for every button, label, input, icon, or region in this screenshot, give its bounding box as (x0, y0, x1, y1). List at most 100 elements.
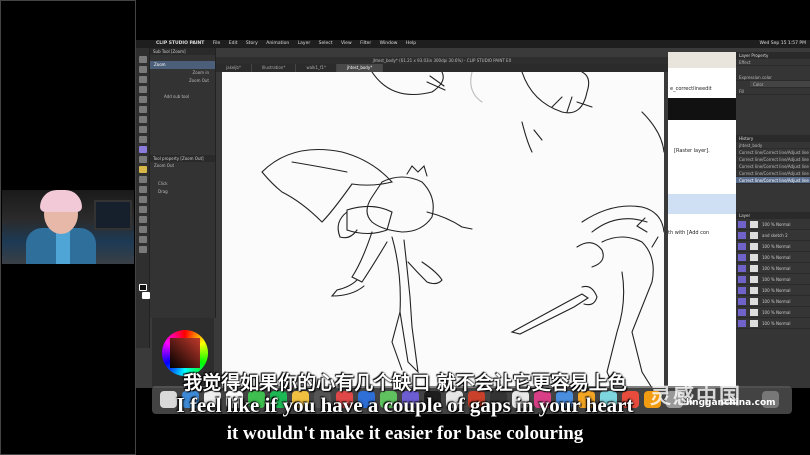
gradient-tool-icon[interactable] (139, 176, 147, 183)
layer-property-spacer (736, 95, 810, 135)
layer-row[interactable]: 100 % Normal (736, 252, 810, 263)
layer-label: 100 % Normal (762, 244, 791, 249)
menu-app[interactable]: CLIP STUDIO PAINT (156, 41, 204, 46)
layer-label: 100 % Normal (762, 310, 791, 315)
expression-color-select[interactable]: Color (750, 81, 810, 88)
layer-row[interactable]: 100 % Normal (736, 296, 810, 307)
tool-property-name: Zoom Out (154, 163, 175, 168)
tab-walk1[interactable]: walk1_f1* (296, 64, 337, 72)
layer-property-effect: Effect (736, 59, 810, 66)
layer-row[interactable]: 100 % Normal (736, 263, 810, 274)
right-panels: Layer Property Effect Expression color C… (736, 52, 810, 388)
blend-tool-icon[interactable] (139, 246, 147, 253)
sub-color-swatch[interactable] (142, 292, 150, 299)
eyedropper-tool-icon[interactable] (139, 96, 147, 103)
layer-panel-header: Layer (736, 212, 810, 219)
correct-line-tool-icon[interactable] (139, 236, 147, 243)
document-tabs: jakeljb* Illustration* walk1_f1* jhtest_bod… (216, 64, 668, 72)
brush-tool-icon[interactable] (139, 126, 147, 133)
history-item[interactable]: Correct line/Correct line/Adjust line wi… (736, 156, 810, 163)
background-monitor (94, 200, 132, 230)
layer-row[interactable]: 100 % Normal (736, 219, 810, 230)
tool-property-drag[interactable]: Drag (150, 188, 215, 196)
layer-row[interactable]: 100 % Normal (736, 285, 810, 296)
layer-row[interactable]: 100 % Normal (736, 274, 810, 285)
reference-line-2: [Raster layer]. (674, 148, 710, 154)
fill-tool-icon[interactable] (139, 166, 147, 173)
balloon-tool-icon[interactable] (139, 226, 147, 233)
color-saturation-square[interactable] (170, 338, 200, 368)
layer-label: 100 % Normal (762, 266, 791, 271)
history-header: History (736, 135, 810, 142)
subtool-panel: Sub Tool [Zoom] Zoom Zoom in Zoom Out Ad… (150, 48, 216, 318)
subtool-header: Sub Tool [Zoom] (150, 48, 215, 55)
layer-label: 100 % Normal (762, 255, 791, 260)
main-color-swatch[interactable] (139, 284, 147, 291)
menu-edit[interactable]: Edit (229, 41, 238, 46)
figure-tool-icon[interactable] (139, 186, 147, 193)
menu-story[interactable]: Story (246, 41, 258, 46)
frame-tool-icon[interactable] (139, 196, 147, 203)
subtool-zoom-in[interactable]: Zoom in (150, 69, 215, 77)
reference-document: e_correctlineedit [Raster layer]. th wit… (668, 52, 736, 388)
reference-line-3: th with [Add con (668, 230, 710, 236)
ruler-tool-icon[interactable] (139, 206, 147, 213)
layer-label: 100 % Normal (762, 288, 791, 293)
history-item-current[interactable]: Correct line/Correct line/Adjust line wi… (736, 177, 810, 184)
menu-view[interactable]: View (341, 41, 352, 46)
history-file: jhtest_body (736, 142, 810, 149)
history-item[interactable]: Correct line/Correct line/Adjust line wi… (736, 170, 810, 177)
decoration-tool-icon[interactable] (139, 146, 147, 153)
layer-row[interactable]: 100 % Normal (736, 307, 810, 318)
reference-line-1: e_correctlineedit (670, 86, 712, 92)
layer-label: 100 % Normal (762, 222, 791, 227)
reference-highlight (668, 194, 736, 214)
subtool-zoom[interactable]: Zoom (150, 61, 215, 69)
subtitle-english-line-2: it wouldn't make it easier for base colo… (226, 423, 584, 444)
drawing-canvas[interactable] (222, 72, 664, 388)
select-tool-icon[interactable] (139, 76, 147, 83)
tool-palette (136, 48, 150, 348)
layer-row[interactable]: 100 % Normal (736, 318, 810, 329)
tab-jhtest-body[interactable]: jhtest_body* (336, 64, 384, 72)
lineart-drawing (261, 72, 664, 388)
menu-help[interactable]: Help (406, 41, 416, 46)
zoom-tool-icon[interactable] (139, 56, 147, 63)
pen-tool-icon[interactable] (139, 106, 147, 113)
layer-label: 100 % Normal (762, 321, 791, 326)
webcam-video (2, 190, 134, 264)
fill-label: Fill (736, 88, 810, 95)
add-subtool-button[interactable]: Add sub tool (150, 93, 215, 101)
layer-property-header: Layer Property (736, 52, 810, 59)
menu-layer[interactable]: Layer (298, 41, 311, 46)
tool-property-click[interactable]: Click (150, 180, 215, 188)
pencil-tool-icon[interactable] (139, 116, 147, 123)
layer-row[interactable]: 100 % Normal (736, 241, 810, 252)
layer-label: 100 % Normal (762, 277, 791, 282)
tool-property-header: Tool property [Zoom Out] (150, 155, 215, 162)
tab-jakeljb[interactable]: jakeljb* (216, 64, 252, 72)
menu-file[interactable]: File (213, 41, 221, 46)
menu-animation[interactable]: Animation (266, 41, 289, 46)
history-item[interactable]: Correct line/Correct line/Adjust line wi… (736, 163, 810, 170)
layer-label: 100 % Normal (762, 299, 791, 304)
text-tool-icon[interactable] (139, 216, 147, 223)
menu-select[interactable]: Select (319, 41, 333, 46)
lasso-tool-icon[interactable] (139, 86, 147, 93)
reference-image (668, 52, 736, 68)
eraser-tool-icon[interactable] (139, 156, 147, 163)
history-item[interactable]: Correct line/Correct line/Adjust line wi… (736, 149, 810, 156)
menu-window[interactable]: Window (380, 41, 398, 46)
menu-filter[interactable]: Filter (360, 41, 371, 46)
reference-dark-block (668, 98, 736, 120)
move-tool-icon[interactable] (139, 66, 147, 73)
tab-illustration[interactable]: Illustration* (252, 64, 297, 72)
window-title: jhtest_body* (61.21 x 93.03in 300dpi 30.… (216, 57, 668, 64)
layer-label: and sketch 2 (762, 233, 788, 238)
menubar-clock: Wed Sep 15 1:57 PM (759, 41, 806, 46)
subtool-zoom-out[interactable]: Zoom Out (150, 77, 215, 85)
layer-row[interactable]: and sketch 2 (736, 230, 810, 241)
menu-bar: CLIP STUDIO PAINT File Edit Story Animat… (136, 40, 810, 48)
airbrush-tool-icon[interactable] (139, 136, 147, 143)
expression-color-label: Expression color (736, 74, 810, 81)
